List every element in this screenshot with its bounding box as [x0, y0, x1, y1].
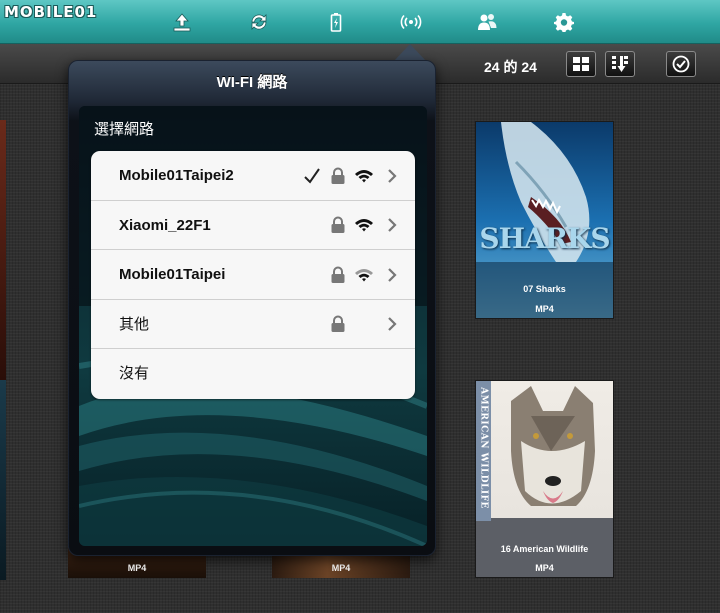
popover-title: WI-FI 網路	[216, 74, 288, 91]
sort-button[interactable]	[605, 51, 635, 77]
wifi-signal-icon	[354, 151, 374, 200]
media-format-label: MP4	[535, 563, 554, 573]
media-tile-sharks[interactable]: SHARKS 07 Sharks MP4	[475, 121, 614, 319]
chevron-right-icon[interactable]	[387, 250, 397, 299]
chevron-right-icon[interactable]	[387, 151, 397, 200]
select-button[interactable]	[666, 51, 696, 77]
checkmark-icon	[303, 151, 321, 200]
wifi-network-row[interactable]: Mobile01Taipei	[91, 250, 415, 300]
media-title: 07 Sharks	[523, 284, 566, 294]
wifi-network-row[interactable]: Xiaomi_22F1	[91, 201, 415, 250]
grid-icon	[573, 57, 589, 71]
wifi-signal-icon	[354, 201, 374, 250]
select-network-header: 選擇網路	[94, 121, 155, 138]
wolf-artwork	[511, 386, 595, 506]
wifi-network-name: 沒有	[119, 365, 150, 382]
gear-icon[interactable]	[550, 8, 578, 36]
chevron-right-icon[interactable]	[387, 300, 397, 349]
users-icon[interactable]	[473, 8, 501, 36]
wifi-network-row[interactable]: Mobile01Taipei2	[91, 151, 415, 201]
media-tile-left-partial-2[interactable]	[0, 380, 6, 580]
wifi-network-name: Mobile01Taipei2	[119, 167, 234, 184]
top-toolbar: MOBILE01	[0, 0, 720, 44]
battery-icon[interactable]	[322, 8, 350, 36]
popover-content: 選擇網路 Mobile01Taipei2 Xiaomi_22F1 Mobile0…	[79, 106, 427, 546]
wildlife-art-title: AMERICAN WILDLIFE	[478, 387, 489, 509]
sharks-art-title: SHARKS	[479, 222, 610, 255]
wifi-networks-popover: WI-FI 網路 選擇網路 Mobile01Taipei2 Xiaomi_22F…	[68, 60, 436, 556]
lock-icon	[330, 151, 346, 200]
sync-icon[interactable]	[245, 8, 273, 36]
app-logo: MOBILE01	[4, 3, 98, 21]
lock-icon	[330, 250, 346, 299]
media-format-label: MP4	[535, 304, 554, 314]
chevron-right-icon[interactable]	[387, 201, 397, 250]
upload-icon[interactable]	[168, 8, 196, 36]
media-tile-left-partial[interactable]	[0, 120, 6, 380]
sort-icon	[612, 56, 628, 72]
media-title: 16 American Wildlife	[500, 544, 589, 554]
media-format-label: MP4	[127, 563, 147, 573]
wifi-network-name: 其他	[119, 315, 150, 333]
wifi-none-row[interactable]: 沒有	[91, 349, 415, 399]
check-circle-icon	[672, 55, 690, 73]
media-format-label: MP4	[331, 563, 351, 573]
wifi-network-list: Mobile01Taipei2 Xiaomi_22F1 Mobile01Taip…	[91, 151, 415, 399]
wifi-signal-icon	[354, 250, 374, 299]
popover-arrow	[394, 44, 426, 61]
wifi-other-row[interactable]: 其他	[91, 300, 415, 349]
lock-icon	[330, 300, 346, 349]
wifi-network-name: Xiaomi_22F1	[119, 216, 211, 234]
lock-icon	[330, 201, 346, 250]
wifi-broadcast-icon[interactable]	[397, 8, 425, 36]
item-count-label: 24 的 24	[484, 59, 537, 75]
grid-view-button[interactable]	[566, 51, 596, 77]
media-tile-american-wildlife[interactable]: AMERICAN WILDLIFE 16 American Wildlife M…	[475, 380, 614, 578]
wifi-network-name: Mobile01Taipei	[119, 266, 226, 283]
